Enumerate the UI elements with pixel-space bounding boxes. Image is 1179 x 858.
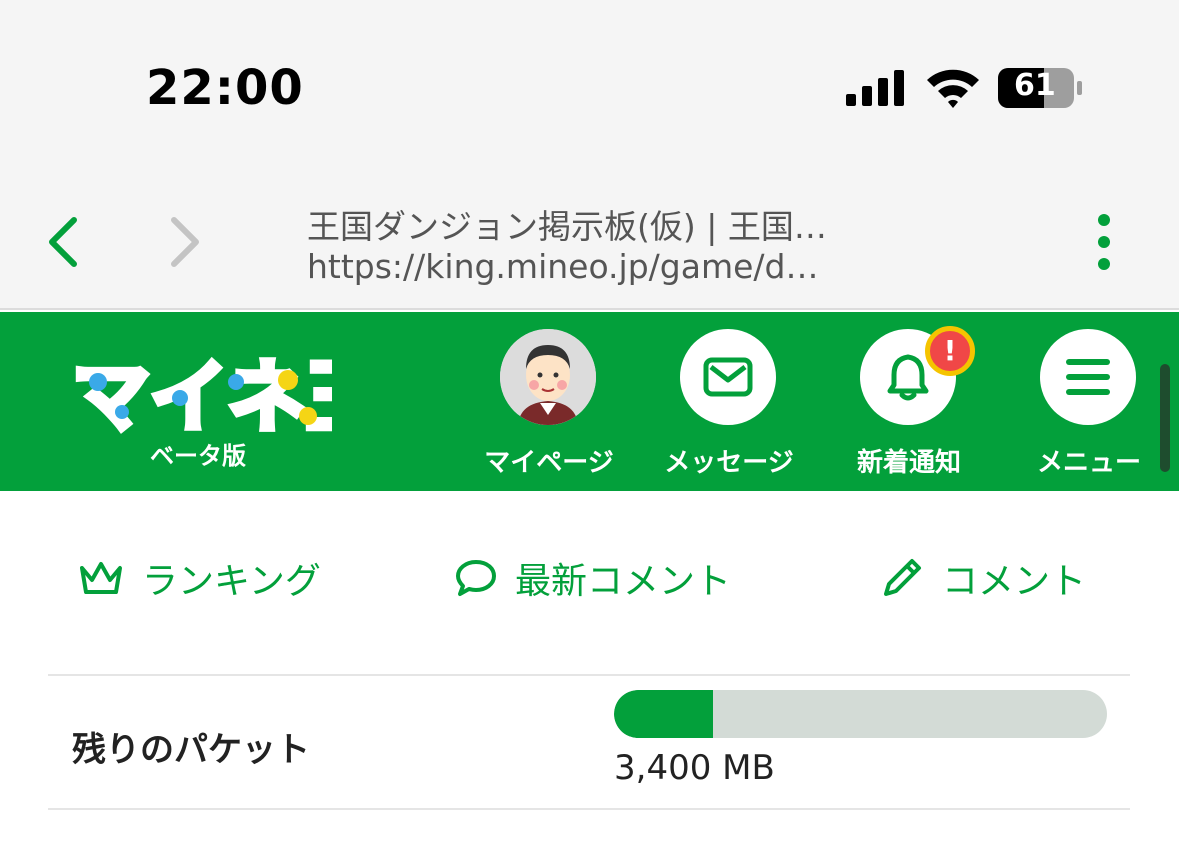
packet-progress-bar	[614, 690, 1107, 738]
status-time: 22:00	[146, 60, 304, 116]
battery-indicator: 61	[998, 66, 1088, 110]
nav-notifications-label: 新着通知	[856, 448, 961, 478]
divider-bottom	[48, 808, 1130, 810]
notification-badge: !	[925, 326, 975, 376]
subnav-comment[interactable]: コメント	[880, 550, 1086, 606]
hamburger-icon	[1066, 359, 1110, 395]
avatar[interactable]	[500, 329, 596, 425]
nav-menu-label: メニュー	[1036, 448, 1141, 478]
more-options-icon[interactable]	[1084, 212, 1124, 272]
nav-messages-label: メッセージ	[664, 448, 794, 478]
packet-value: 3,400 MB	[614, 748, 775, 788]
subnav-ranking-label: ランキング	[142, 561, 321, 602]
cellular-signal-icon	[846, 70, 904, 106]
browser-toolbar: 王国ダンジョン掲示板(仮) | 王国… https://king.mineo.j…	[0, 160, 1179, 310]
battery-level: 61	[1014, 68, 1056, 103]
site-header: マイネ王 ベータ版 マイページ	[0, 312, 1179, 491]
wifi-icon	[927, 69, 979, 108]
back-chevron-icon[interactable]	[40, 212, 90, 272]
scrollbar[interactable]	[1160, 364, 1170, 472]
nav-menu[interactable]: メニュー	[999, 312, 1179, 491]
avatar-portrait	[500, 329, 596, 425]
subnav-latest-comments-label: 最新コメント	[515, 561, 732, 602]
packet-progress-fill	[614, 690, 713, 738]
subnav-comment-label: コメント	[942, 561, 1087, 602]
nav-mypage-label: マイページ	[484, 448, 614, 478]
logo-mark: マイネ王	[69, 350, 387, 446]
forward-chevron-icon[interactable]	[160, 212, 210, 272]
site-logo[interactable]: マイネ王	[69, 342, 387, 446]
packet-label: 残りのパケット	[72, 730, 310, 770]
subnav-latest-comments[interactable]: 最新コメント	[455, 550, 731, 606]
pencil-icon	[884, 559, 921, 596]
mail-button[interactable]	[680, 329, 776, 425]
speech-bubble-icon	[456, 560, 496, 596]
nav-messages[interactable]: メッセージ	[639, 312, 819, 491]
divider-top	[48, 674, 1130, 676]
menu-button[interactable]	[1040, 329, 1136, 425]
crown-icon	[80, 562, 122, 594]
bell-icon	[887, 354, 929, 401]
status-bar: 22:00 61	[0, 0, 1179, 160]
logo-text: マイネ王	[72, 353, 332, 442]
logo-subtitle: ベータ版	[150, 442, 246, 470]
page-title[interactable]: 王国ダンジョン掲示板(仮) | 王国…	[307, 200, 897, 248]
mail-icon	[703, 357, 753, 397]
subnav-ranking[interactable]: ランキング	[78, 550, 321, 606]
nav-mypage[interactable]: マイページ	[459, 312, 639, 491]
page-url[interactable]: https://king.mineo.jp/game/d…	[307, 247, 897, 286]
